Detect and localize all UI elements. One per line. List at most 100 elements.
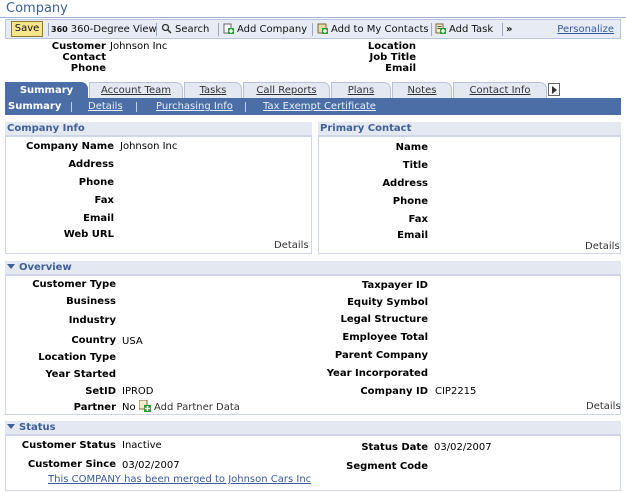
overview-details-link[interactable]: Details xyxy=(586,401,621,412)
customer-label: Customer xyxy=(51,41,106,52)
360-icon: 360 xyxy=(51,25,68,34)
toolbar-divider xyxy=(502,23,503,36)
subnav-summary[interactable]: Summary xyxy=(8,99,61,114)
business-label: Business xyxy=(66,296,116,307)
toolbar-divider xyxy=(312,23,313,36)
add-contact-icon xyxy=(317,23,328,34)
more-actions-button[interactable]: » xyxy=(506,22,512,37)
company-name-label: Company Name xyxy=(26,141,114,152)
company-email-label: Email xyxy=(83,213,114,224)
subnav-purchasing-info[interactable]: Purchasing Info xyxy=(156,99,233,114)
tab-contact-info[interactable]: Contact Info xyxy=(453,82,547,98)
segment-code-label: Segment Code xyxy=(346,461,428,472)
contact-email-label: Email xyxy=(397,230,428,241)
customer-status-label: Customer Status xyxy=(21,440,116,451)
add-task-icon xyxy=(435,23,446,34)
job-title-label: Job Title xyxy=(369,52,416,63)
primary-contact-header: Primary Contact xyxy=(318,122,621,136)
primary-contact-panel: Name Title Address Phone Fax Email Detai… xyxy=(318,136,621,254)
subnav-divider xyxy=(71,102,72,112)
customer-since-value: 03/02/2007 xyxy=(122,460,180,471)
customer-type-label: Customer Type xyxy=(32,279,116,290)
company-web-url-label: Web URL xyxy=(63,229,114,240)
industry-label: Industry xyxy=(68,315,116,326)
tab-bar: Summary Account Team Tasks Call Reports … xyxy=(5,82,621,98)
add-task-button[interactable]: Add Task xyxy=(435,22,493,37)
subnav-divider xyxy=(245,102,246,112)
collapse-icon xyxy=(7,424,15,429)
status-date-label: Status Date xyxy=(361,442,428,453)
parent-company-label: Parent Company xyxy=(334,350,428,361)
year-started-label: Year Started xyxy=(45,369,116,380)
subnav-bar: Summary Details Purchasing Info Tax Exem… xyxy=(5,98,621,115)
setid-label: SetID xyxy=(85,386,116,397)
employee-total-label: Employee Total xyxy=(342,332,428,343)
company-id-value: CIP2215 xyxy=(435,386,477,397)
subnav-details[interactable]: Details xyxy=(88,99,123,114)
tab-tasks[interactable]: Tasks xyxy=(184,82,242,98)
toolbar-divider xyxy=(431,23,432,36)
add-partner-data-button[interactable]: Add Partner Data xyxy=(139,400,240,413)
toolbar: Save 360 360-Degree View Search Add Compa… xyxy=(5,19,621,39)
contact-label: Contact xyxy=(62,52,106,63)
status-header[interactable]: Status xyxy=(5,421,621,435)
contact-name-label: Name xyxy=(395,142,428,153)
company-info-details-link[interactable]: Details xyxy=(274,240,309,251)
page-title: Company xyxy=(6,1,68,16)
equity-symbol-label: Equity Symbol xyxy=(347,297,428,308)
add-to-my-contacts-button[interactable]: Add to My Contacts xyxy=(317,22,429,37)
primary-contact-details-link[interactable]: Details xyxy=(585,241,620,252)
company-address-label: Address xyxy=(68,159,114,170)
company-info-header: Company Info xyxy=(5,122,312,136)
taxpayer-id-label: Taxpayer ID xyxy=(361,280,428,291)
company-info-panel: Company Name Johnson Inc Address Phone F… xyxy=(5,136,312,254)
phone-label: Phone xyxy=(70,63,106,74)
add-company-button[interactable]: Add Company xyxy=(223,22,307,37)
email-label: Email xyxy=(385,63,416,74)
contact-title-label: Title xyxy=(402,160,428,171)
tab-call-reports[interactable]: Call Reports xyxy=(243,82,330,98)
collapse-icon xyxy=(7,264,15,269)
tab-plans[interactable]: Plans xyxy=(331,82,391,98)
status-panel: Customer Status Inactive Customer Since … xyxy=(5,435,621,491)
tab-summary[interactable]: Summary xyxy=(5,82,88,98)
company-phone-label: Phone xyxy=(78,177,114,188)
search-button[interactable]: Search xyxy=(161,22,209,37)
add-icon xyxy=(139,400,151,412)
tab-scroll-right-icon[interactable] xyxy=(548,83,560,96)
subnav-divider xyxy=(136,102,137,112)
setid-value: IPROD xyxy=(122,386,154,397)
company-name-value: Johnson Inc xyxy=(120,141,178,152)
add-company-icon xyxy=(223,23,234,34)
tab-notes[interactable]: Notes xyxy=(392,82,452,98)
overview-header[interactable]: Overview xyxy=(5,261,621,275)
location-type-label: Location Type xyxy=(38,352,116,363)
contact-phone-label: Phone xyxy=(392,196,428,207)
year-incorporated-label: Year Incorporated xyxy=(326,368,428,379)
tab-account-team[interactable]: Account Team xyxy=(89,82,183,98)
company-id-label: Company ID xyxy=(360,386,428,397)
overview-panel: Customer Type Business Industry Country … xyxy=(5,275,621,415)
search-icon xyxy=(161,23,172,34)
merged-company-link[interactable]: This COMPANY has been merged to Johnson … xyxy=(48,474,311,485)
personalize-link[interactable]: Personalize xyxy=(557,22,614,37)
status-date-value: 03/02/2007 xyxy=(434,442,492,453)
customer-status-value: Inactive xyxy=(122,440,162,451)
toolbar-divider xyxy=(156,23,157,36)
toolbar-divider xyxy=(218,23,219,36)
save-button[interactable]: Save xyxy=(11,21,43,37)
contact-fax-label: Fax xyxy=(408,214,428,225)
country-label: Country xyxy=(71,335,116,346)
legal-structure-label: Legal Structure xyxy=(340,314,428,325)
toolbar-divider xyxy=(48,23,49,36)
partner-value: No xyxy=(122,402,136,413)
location-label: Location xyxy=(367,41,416,52)
customer-since-label: Customer Since xyxy=(27,459,116,470)
360-degree-view-button[interactable]: 360 360-Degree View xyxy=(51,22,157,37)
country-value: USA xyxy=(122,336,143,347)
company-fax-label: Fax xyxy=(94,195,114,206)
partner-label: Partner xyxy=(73,402,116,413)
title-divider xyxy=(0,17,626,18)
subnav-tax-exempt-certificate[interactable]: Tax Exempt Certificate xyxy=(263,99,376,114)
customer-value: Johnson Inc xyxy=(110,41,168,52)
